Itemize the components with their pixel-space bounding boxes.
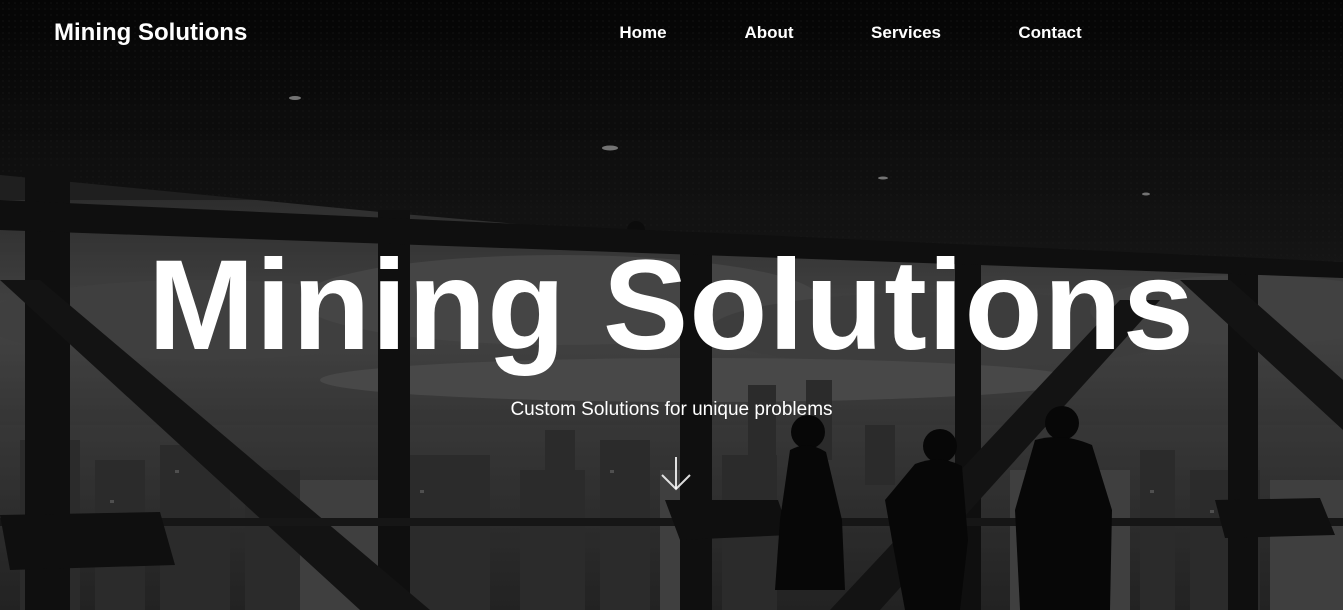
nav-link-about[interactable]: About — [744, 22, 793, 44]
arrow-down-icon[interactable] — [658, 455, 694, 495]
hero-subtitle: Custom Solutions for unique problems — [510, 399, 833, 420]
hero-section: Mining Solutions Home About Services Con… — [0, 0, 1343, 610]
nav-link-services[interactable]: Services — [871, 22, 941, 44]
nav-link-home[interactable]: Home — [619, 22, 666, 44]
site-header: Mining Solutions Home About Services Con… — [0, 0, 1343, 66]
nav-link-contact[interactable]: Contact — [1018, 22, 1081, 44]
hero-title: Mining Solutions — [148, 234, 1195, 377]
main-nav: Home About Services Contact — [0, 22, 1343, 44]
